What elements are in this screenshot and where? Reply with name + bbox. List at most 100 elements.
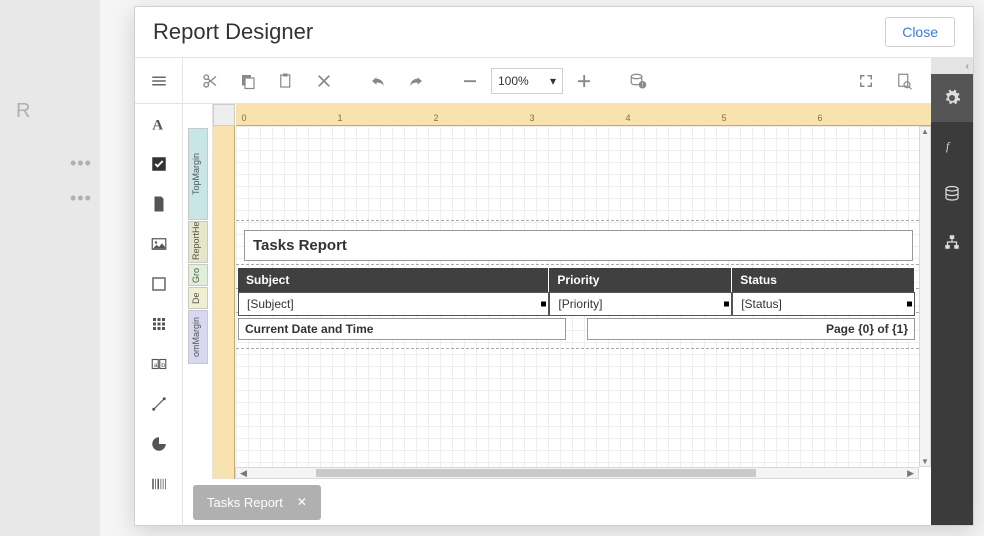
scissors-icon	[201, 72, 219, 90]
character-comb-icon: ab	[150, 355, 168, 373]
shape-icon	[150, 435, 168, 453]
undo-icon	[369, 72, 387, 90]
design-surface[interactable]: TopMargin ReportHe Gro De omMargin 0 1 2…	[183, 104, 931, 479]
background-letter: R	[16, 100, 100, 123]
redo-button[interactable]	[399, 64, 433, 98]
svg-text:a: a	[153, 362, 157, 369]
toolbox-picture[interactable]	[135, 224, 182, 264]
plus-icon	[575, 72, 593, 90]
toolbox-barcode[interactable]	[135, 464, 182, 504]
panel-expand-button[interactable]: ‹	[931, 58, 973, 74]
database-icon	[943, 185, 961, 203]
fx-icon: f	[943, 137, 961, 155]
svg-text:f: f	[946, 141, 951, 153]
database-warning-icon: !	[629, 72, 647, 90]
menu-button[interactable]	[135, 58, 182, 104]
chevron-left-icon: ‹	[966, 61, 969, 72]
close-tab-icon[interactable]: ✕	[297, 495, 307, 509]
validate-button[interactable]: !	[621, 64, 655, 98]
ruler-corner	[213, 104, 235, 126]
preview-icon	[895, 72, 913, 90]
rail-reportexplorer-button[interactable]	[931, 218, 973, 266]
barcode-icon	[150, 475, 168, 493]
footer-date-element[interactable]: Current Date and Time	[238, 318, 566, 340]
document-icon	[150, 195, 168, 213]
toolbox-panel[interactable]	[135, 264, 182, 304]
detail-field-subject[interactable]: [Subject]	[238, 292, 549, 316]
toolbox-richtext[interactable]	[135, 184, 182, 224]
cut-button[interactable]	[193, 64, 227, 98]
line-icon	[150, 395, 168, 413]
background-app: R ••• •••	[0, 0, 100, 536]
rail-fieldlist-button[interactable]	[931, 170, 973, 218]
ruler-tick: 5	[721, 113, 726, 123]
band-label-detail: De	[188, 287, 208, 309]
toolbox-checkbox[interactable]	[135, 144, 182, 184]
canvas[interactable]: Tasks Report Subject Priority Status [Su…	[236, 126, 919, 467]
close-button[interactable]: Close	[885, 17, 955, 47]
background-dots: •••	[70, 153, 100, 174]
dialog-header: Report Designer Close	[135, 7, 973, 58]
toolbox-shape[interactable]	[135, 424, 182, 464]
hamburger-icon	[150, 72, 168, 90]
preview-button[interactable]	[887, 64, 921, 98]
chevron-down-icon: ▾	[550, 74, 556, 88]
right-panel-rail: ‹ f	[931, 58, 973, 525]
paste-icon	[277, 72, 295, 90]
dialog-title: Report Designer	[153, 19, 313, 45]
ruler-tick: 1	[337, 113, 342, 123]
image-icon	[150, 235, 168, 253]
scroll-up-icon: ▲	[920, 127, 930, 136]
toolbox-label[interactable]: A	[135, 104, 182, 144]
band-label-bottommargin: omMargin	[188, 310, 208, 364]
grid-icon	[150, 315, 168, 333]
scroll-down-icon: ▼	[920, 457, 930, 466]
zoom-select[interactable]: 100% ▾	[491, 68, 563, 94]
band-label-reportheader: ReportHe	[188, 221, 208, 263]
toolbox-line[interactable]	[135, 384, 182, 424]
footer-page-element[interactable]: Page {0} of {1}	[587, 318, 915, 340]
report-tab[interactable]: Tasks Report ✕	[193, 485, 321, 520]
paste-button[interactable]	[269, 64, 303, 98]
band-divider	[236, 348, 919, 349]
zoom-in-button[interactable]	[567, 64, 601, 98]
rail-properties-button[interactable]	[931, 74, 973, 122]
toolbox-table[interactable]	[135, 304, 182, 344]
redo-icon	[407, 72, 425, 90]
left-toolbox: A ab	[135, 58, 183, 525]
band-divider	[236, 264, 919, 265]
center-area: 100% ▾ ! TopMargin ReportHe Gro De omMar…	[183, 58, 931, 525]
background-dots: •••	[70, 188, 100, 209]
tab-label: Tasks Report	[207, 495, 283, 510]
zoom-out-button[interactable]	[453, 64, 487, 98]
checkbox-icon	[150, 155, 168, 173]
column-header-priority[interactable]: Priority	[549, 268, 732, 292]
fullscreen-button[interactable]	[849, 64, 883, 98]
band-label-topmargin: TopMargin	[188, 128, 208, 220]
band-rail: TopMargin ReportHe Gro De omMargin	[183, 104, 213, 479]
copy-button[interactable]	[231, 64, 265, 98]
text-a-icon: A	[150, 115, 168, 133]
toolbox-character-comb[interactable]: ab	[135, 344, 182, 384]
ruler-tick: 3	[529, 113, 534, 123]
gear-icon	[943, 89, 961, 107]
vertical-scrollbar[interactable]: ▲ ▼	[919, 126, 931, 467]
rectangle-icon	[150, 275, 168, 293]
report-title-element[interactable]: Tasks Report	[244, 230, 913, 261]
rail-expressions-button[interactable]: f	[931, 122, 973, 170]
ruler-tick: 6	[817, 113, 822, 123]
undo-button[interactable]	[361, 64, 395, 98]
column-header-status[interactable]: Status	[732, 268, 915, 292]
tab-bar: Tasks Report ✕	[183, 479, 931, 525]
scroll-thumb[interactable]	[316, 469, 756, 477]
main-dialog: Report Designer Close A	[134, 6, 974, 526]
hierarchy-icon	[943, 233, 961, 251]
column-header-subject[interactable]: Subject	[238, 268, 549, 292]
detail-field-priority[interactable]: [Priority]	[549, 292, 732, 316]
horizontal-scrollbar[interactable]: ◀ ▶	[235, 467, 919, 479]
delete-button[interactable]	[307, 64, 341, 98]
svg-text:A: A	[152, 117, 163, 133]
ruler-tick: 4	[625, 113, 630, 123]
detail-field-status[interactable]: [Status]	[732, 292, 915, 316]
scroll-left-icon: ◀	[240, 468, 247, 479]
